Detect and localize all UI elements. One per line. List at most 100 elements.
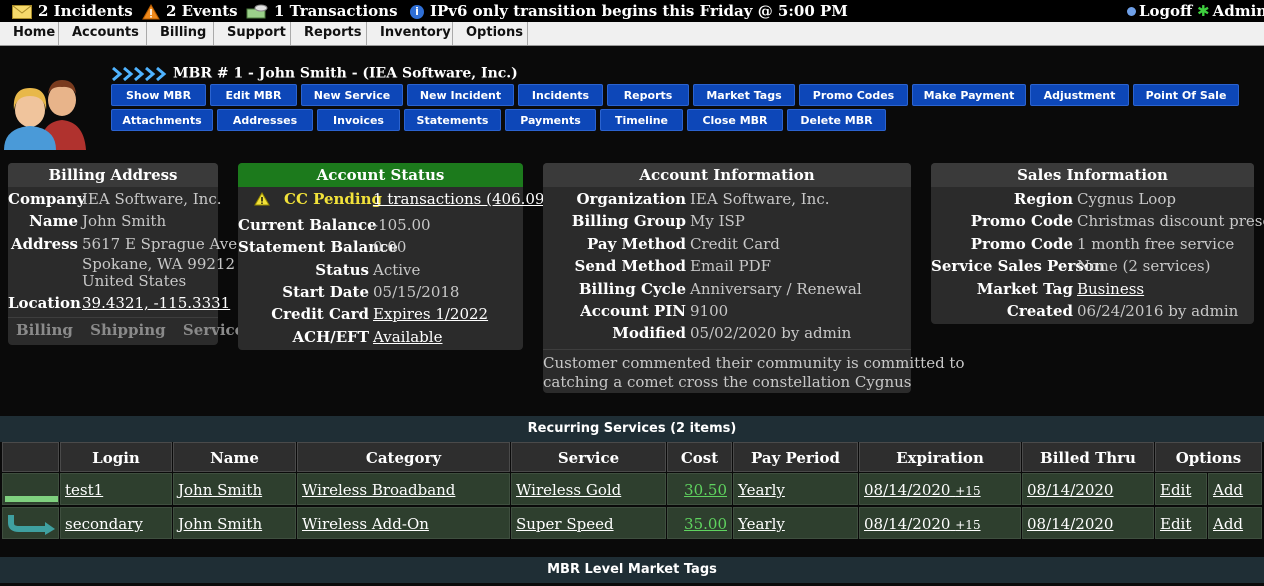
login-link[interactable]: secondary — [65, 515, 143, 533]
incidents-indicator[interactable]: 2 Incidents — [12, 1, 133, 21]
nav-support[interactable]: Support — [214, 22, 291, 45]
main-nav: Home Accounts Billing Support Reports In… — [0, 22, 1264, 46]
show-mbr-button[interactable]: Show MBR — [111, 84, 206, 106]
events-indicator[interactable]: 2 Events — [142, 1, 238, 21]
top-status-bar: 2 Incidents 2 Events 1 Transactions i IPv… — [0, 0, 1264, 22]
addresses-button[interactable]: Addresses — [217, 109, 313, 131]
notice-text: IPv6 only transition begins this Friday … — [430, 2, 848, 20]
invoices-button[interactable]: Invoices — [317, 109, 400, 131]
status-value: Active — [373, 261, 421, 279]
statement-balance-label: Statement Balance — [238, 238, 398, 256]
payments-button[interactable]: Payments — [505, 109, 596, 131]
new-incident-button[interactable]: New Incident — [407, 84, 514, 106]
service-indicator — [2, 507, 59, 539]
column-header-pay-period[interactable]: Pay Period — [733, 442, 858, 472]
table-cell-service: Super Speed — [511, 507, 666, 539]
market-tag-label: Market Tag — [976, 280, 1073, 298]
point-of-sale-button[interactable]: Point Of Sale — [1133, 84, 1239, 106]
make-payment-button[interactable]: Make Payment — [912, 84, 1026, 106]
column-header-options[interactable]: Options — [1155, 442, 1262, 472]
cost-link[interactable]: 35.00 — [684, 515, 727, 533]
expiration-link[interactable]: 08/14/2020 +15 — [864, 481, 981, 499]
column-header-cost[interactable]: Cost — [667, 442, 732, 472]
credit-card-link[interactable]: Expires 1/2022 — [373, 303, 488, 325]
logoff-label: Logoff — [1139, 2, 1193, 20]
pending-transactions-link[interactable]: 1 transactions (406.09) — [373, 188, 550, 210]
ach-eft-link[interactable]: Available — [373, 326, 442, 348]
location-label: Location — [8, 294, 81, 312]
service-link[interactable]: Wireless Gold — [516, 481, 621, 499]
service-link[interactable]: Super Speed — [516, 515, 614, 533]
nav-reports[interactable]: Reports — [291, 22, 367, 45]
column-header-billed-thru[interactable]: Billed Thru — [1022, 442, 1154, 472]
nav-accounts[interactable]: Accounts — [59, 22, 147, 45]
promo-code-value: Christmas discount present — [1077, 212, 1264, 230]
tab-shipping[interactable]: Shipping — [90, 321, 166, 339]
table-cell-cost: 30.50 — [667, 473, 732, 505]
nav-options[interactable]: Options — [453, 22, 528, 45]
logoff-link[interactable]: Logoff — [1127, 1, 1192, 21]
pay-period-link[interactable]: Yearly — [738, 481, 785, 499]
expiration-link[interactable]: 08/14/2020 +15 — [864, 515, 981, 533]
location-link[interactable]: 39.4321, -115.3331 — [82, 292, 230, 314]
warning-icon — [142, 4, 160, 20]
cost-link[interactable]: 30.50 — [684, 481, 727, 499]
edit-link[interactable]: Edit — [1160, 515, 1191, 533]
billing-address-title: Billing Address — [8, 163, 218, 187]
market-tags-button[interactable]: Market Tags — [693, 84, 795, 106]
pay-method-value: Credit Card — [690, 235, 780, 253]
billed-thru-link[interactable]: 08/14/2020 — [1027, 515, 1113, 533]
account-pin-label: Account PIN — [580, 302, 686, 320]
market-tag-link[interactable]: Business — [1077, 278, 1144, 300]
pay-method-label: Pay Method — [586, 235, 686, 253]
category-link[interactable]: Wireless Add-On — [302, 515, 429, 533]
gear-icon: ✱ — [1197, 2, 1210, 20]
admin-link[interactable]: ✱ Admin — [1197, 1, 1264, 21]
notice-message: i IPv6 only transition begins this Friday… — [410, 1, 848, 21]
login-link[interactable]: test1 — [65, 481, 103, 499]
statements-button[interactable]: Statements — [404, 109, 501, 131]
nav-inventory[interactable]: Inventory — [367, 22, 453, 45]
new-service-button[interactable]: New Service — [301, 84, 403, 106]
service-indicator — [2, 473, 59, 505]
account-information-panel: Account Information Organization IEA Soft… — [543, 163, 965, 393]
close-mbr-button[interactable]: Close MBR — [687, 109, 783, 131]
timeline-button[interactable]: Timeline — [600, 109, 683, 131]
table-cell-login: secondary — [60, 507, 172, 539]
table-cell-add: Add — [1208, 473, 1262, 505]
page-title: MBR # 1 - John Smith - (IEA Software, In… — [173, 65, 518, 82]
admin-label: Admin — [1212, 2, 1264, 20]
name-link[interactable]: John Smith — [178, 481, 262, 499]
column-header-name[interactable]: Name — [173, 442, 296, 472]
promo-codes-button[interactable]: Promo Codes — [799, 84, 908, 106]
ach-eft-label: ACH/EFT — [292, 328, 369, 346]
transactions-indicator[interactable]: 1 Transactions — [246, 1, 398, 21]
column-header-login[interactable]: Login — [60, 442, 172, 472]
pay-period-link[interactable]: Yearly — [738, 515, 785, 533]
status-label: Status — [315, 261, 369, 279]
modified-label: Modified — [612, 324, 686, 342]
adjustment-button[interactable]: Adjustment — [1030, 84, 1129, 106]
tab-service[interactable]: Service — [183, 321, 244, 339]
column-header-service[interactable]: Service — [511, 442, 666, 472]
primary-service-bar — [5, 496, 58, 502]
billed-thru-link[interactable]: 08/14/2020 — [1027, 481, 1113, 499]
attachments-button[interactable]: Attachments — [111, 109, 213, 131]
category-link[interactable]: Wireless Broadband — [302, 481, 455, 499]
edit-mbr-button[interactable]: Edit MBR — [210, 84, 297, 106]
account-status-panel: Account Status CC Pending 1 transactions… — [238, 163, 550, 350]
column-header-expiration[interactable]: Expiration — [859, 442, 1021, 472]
add-link[interactable]: Add — [1213, 481, 1243, 499]
nav-billing[interactable]: Billing — [147, 22, 214, 45]
reports-button[interactable]: Reports — [607, 84, 689, 106]
column-header-category[interactable]: Category — [297, 442, 510, 472]
tab-billing[interactable]: Billing — [16, 321, 73, 339]
incidents-button[interactable]: Incidents — [518, 84, 603, 106]
delete-mbr-button[interactable]: Delete MBR — [787, 109, 886, 131]
edit-link[interactable]: Edit — [1160, 481, 1191, 499]
add-link[interactable]: Add — [1213, 515, 1243, 533]
nav-home[interactable]: Home — [0, 22, 59, 45]
name-link[interactable]: John Smith — [178, 515, 262, 533]
promo-code-label: Promo Code — [970, 212, 1073, 230]
company-value: IEA Software, Inc. — [82, 190, 222, 208]
